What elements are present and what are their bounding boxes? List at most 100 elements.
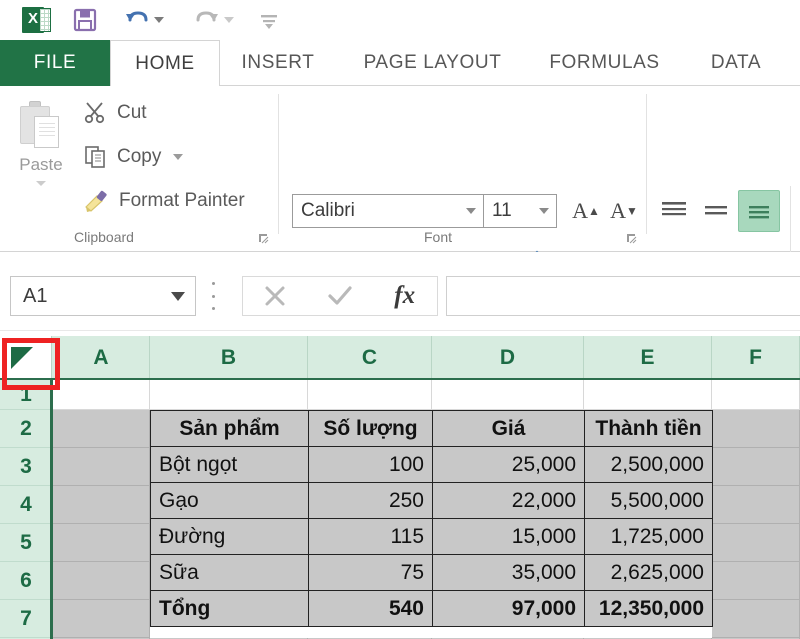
cell-f3[interactable] xyxy=(712,448,800,486)
cell-d1[interactable] xyxy=(432,380,584,410)
column-header-a[interactable]: A xyxy=(53,336,150,380)
cell-price-4[interactable]: 35,000 xyxy=(432,554,585,591)
clipboard-dialog-launcher[interactable] xyxy=(258,232,270,244)
scissors-icon xyxy=(84,102,105,124)
spreadsheet-grid[interactable]: A B C D E F 1 2 3 4 5 6 7 8 xyxy=(0,336,800,639)
cell-product-2[interactable]: Gạo xyxy=(150,482,309,519)
cut-button[interactable]: Cut xyxy=(84,98,147,128)
row-header-6[interactable]: 6 xyxy=(0,562,52,600)
tab-data[interactable]: DATA xyxy=(686,40,786,86)
middle-align-button[interactable] xyxy=(696,192,736,230)
cell-c1[interactable] xyxy=(308,380,432,410)
font-name-input[interactable]: Calibri xyxy=(292,194,484,228)
row-header-3[interactable]: 3 xyxy=(0,448,52,486)
cell-amount-3[interactable]: 1,725,000 xyxy=(584,518,713,555)
formula-bar-handle[interactable] xyxy=(210,282,216,310)
paste-button[interactable]: Paste xyxy=(8,94,74,214)
tab-file[interactable]: FILE xyxy=(0,40,110,86)
cell-total-label[interactable]: Tổng xyxy=(150,590,309,627)
cell-quantity-1[interactable]: 100 xyxy=(308,446,433,483)
column-header-b[interactable]: B xyxy=(150,336,308,380)
cell-price-1[interactable]: 25,000 xyxy=(432,446,585,483)
cell-total-price[interactable]: 97,000 xyxy=(432,590,585,627)
excel-logo-icon xyxy=(22,6,52,34)
column-header-e[interactable]: E xyxy=(584,336,712,380)
customize-quick-access-button[interactable] xyxy=(258,10,280,30)
column-header-f[interactable]: F xyxy=(712,336,800,380)
column-header-d[interactable]: D xyxy=(432,336,584,380)
redo-dropdown-caret[interactable] xyxy=(224,17,234,23)
cell-price-2[interactable]: 22,000 xyxy=(432,482,585,519)
cell-a1[interactable] xyxy=(53,380,150,410)
cell-e1[interactable] xyxy=(584,380,712,410)
table-header-price[interactable]: Giá xyxy=(432,410,585,447)
table-header-quantity[interactable]: Số lượng xyxy=(308,410,433,447)
cell-amount-2[interactable]: 5,500,000 xyxy=(584,482,713,519)
copy-dropdown-caret[interactable] xyxy=(173,154,184,160)
cell-f2[interactable] xyxy=(712,410,800,448)
cell-total-quantity[interactable]: 540 xyxy=(308,590,433,627)
column-header-c[interactable]: C xyxy=(308,336,432,380)
formula-bar-area: A1 fx xyxy=(0,252,800,336)
quick-access-toolbar xyxy=(0,0,800,40)
format-painter-button[interactable]: Format Painter xyxy=(84,186,245,216)
paste-label: Paste xyxy=(19,155,63,174)
table-header-row: Sản phẩm Số lượng Giá Thành tiền xyxy=(150,410,713,447)
save-icon[interactable] xyxy=(72,7,98,33)
cell-a4[interactable] xyxy=(53,486,150,524)
name-box[interactable]: A1 xyxy=(10,276,196,316)
insert-function-button[interactable]: fx xyxy=(372,277,437,315)
row-header-4[interactable]: 4 xyxy=(0,486,52,524)
table-header-amount[interactable]: Thành tiền xyxy=(584,410,713,447)
table-row: Bột ngọt 100 25,000 2,500,000 xyxy=(150,446,713,483)
decrease-font-size-button[interactable]: A ▼ xyxy=(608,194,640,228)
cell-a2[interactable] xyxy=(53,410,150,448)
increase-font-size-button[interactable]: A ▲ xyxy=(570,194,602,228)
undo-button[interactable] xyxy=(124,8,164,32)
cell-price-3[interactable]: 15,000 xyxy=(432,518,585,555)
row-header-5[interactable]: 5 xyxy=(0,524,52,562)
cell-product-4[interactable]: Sữa xyxy=(150,554,309,591)
cell-a7[interactable] xyxy=(53,600,150,638)
font-size-input[interactable]: 11 xyxy=(484,194,557,228)
tab-page-layout[interactable]: PAGE LAYOUT xyxy=(340,40,525,86)
cell-a6[interactable] xyxy=(53,562,150,600)
top-align-button[interactable] xyxy=(654,192,694,230)
font-dialog-launcher[interactable] xyxy=(626,232,638,244)
cell-a3[interactable] xyxy=(53,448,150,486)
cell-f4[interactable] xyxy=(712,486,800,524)
enter-formula-button[interactable] xyxy=(308,277,373,315)
tab-formulas[interactable]: FORMULAS xyxy=(527,40,682,86)
row-header-2[interactable]: 2 xyxy=(0,410,52,448)
copy-button[interactable]: Copy xyxy=(84,142,184,172)
cell-f1[interactable] xyxy=(712,380,800,410)
tab-home[interactable]: HOME xyxy=(110,40,220,86)
cell-quantity-2[interactable]: 250 xyxy=(308,482,433,519)
cell-quantity-4[interactable]: 75 xyxy=(308,554,433,591)
table-header-product[interactable]: Sản phẩm xyxy=(150,410,309,447)
font-name-dropdown-caret[interactable] xyxy=(466,208,476,214)
bottom-align-button[interactable] xyxy=(738,190,780,232)
name-box-dropdown-caret[interactable] xyxy=(171,291,185,301)
cell-f6[interactable] xyxy=(712,562,800,600)
cell-total-amount[interactable]: 12,350,000 xyxy=(584,590,713,627)
product-data-table[interactable]: Sản phẩm Số lượng Giá Thành tiền Bột ngọ… xyxy=(150,410,713,627)
cell-amount-1[interactable]: 2,500,000 xyxy=(584,446,713,483)
redo-button[interactable] xyxy=(194,8,234,32)
cancel-formula-button[interactable] xyxy=(243,277,308,315)
formula-input[interactable] xyxy=(446,276,800,316)
cell-product-1[interactable]: Bột ngọt xyxy=(150,446,309,483)
tab-insert[interactable]: INSERT xyxy=(222,40,334,86)
cell-f7[interactable] xyxy=(712,600,800,638)
close-icon xyxy=(265,286,285,306)
cell-amount-4[interactable]: 2,625,000 xyxy=(584,554,713,591)
row-header-7[interactable]: 7 xyxy=(0,600,52,638)
cell-a5[interactable] xyxy=(53,524,150,562)
paste-dropdown-caret[interactable] xyxy=(36,181,46,186)
cell-b1[interactable] xyxy=(150,380,308,410)
cell-product-3[interactable]: Đường xyxy=(150,518,309,555)
font-size-dropdown-caret[interactable] xyxy=(539,208,549,214)
cell-quantity-3[interactable]: 115 xyxy=(308,518,433,555)
undo-dropdown-caret[interactable] xyxy=(154,17,164,23)
cell-f5[interactable] xyxy=(712,524,800,562)
